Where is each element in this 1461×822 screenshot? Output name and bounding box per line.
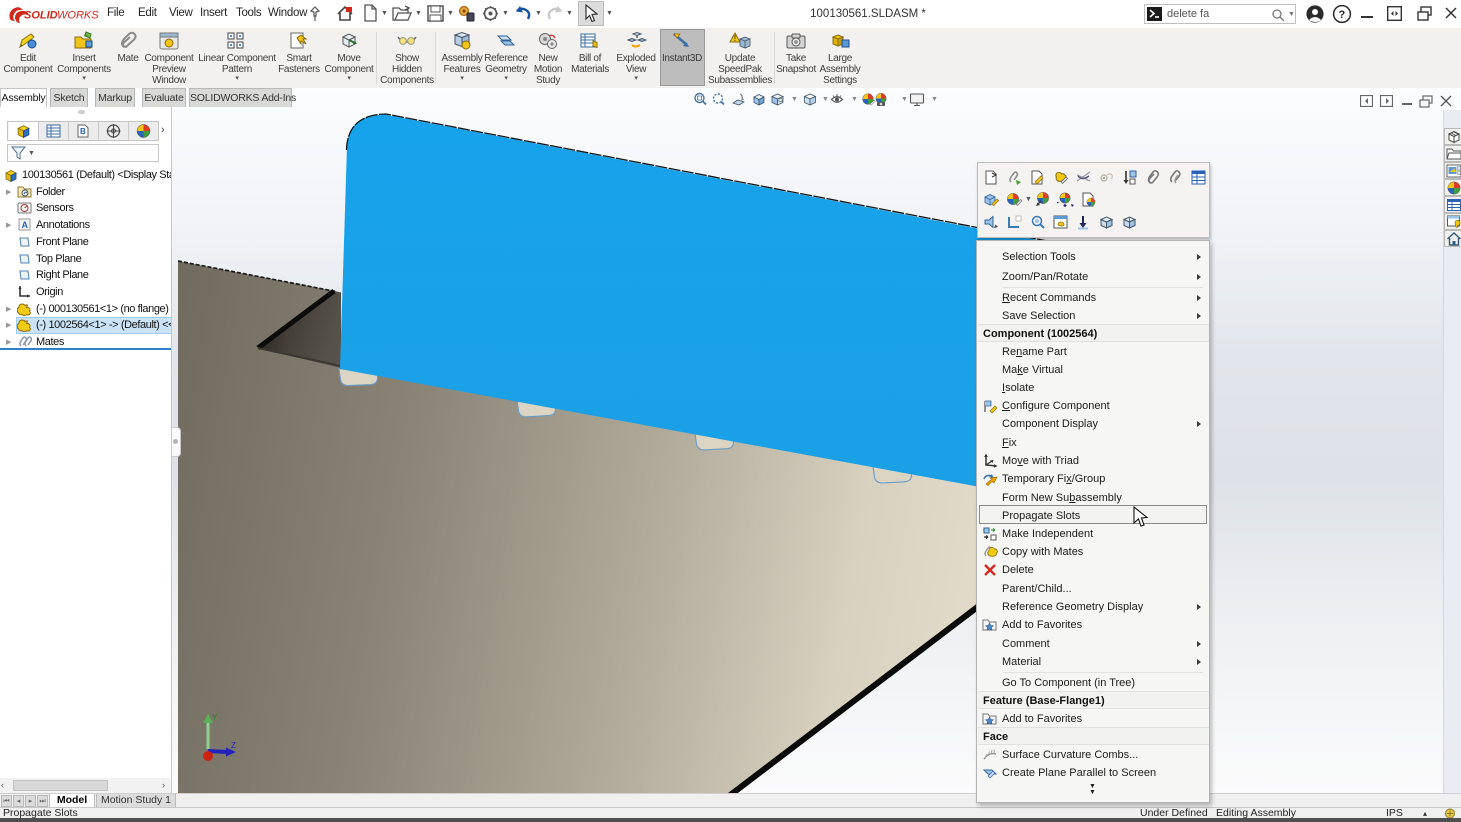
svg-text:A: A [22, 220, 29, 230]
svg-text:SOLID: SOLID [24, 10, 58, 22]
svg-text:Y: Y [212, 713, 218, 722]
svg-text:Z: Z [231, 741, 236, 750]
svg-text:B: B [80, 127, 86, 136]
svg-text:!: ! [734, 34, 736, 43]
svg-text:?: ? [1339, 9, 1346, 21]
svg-text:WORKS: WORKS [57, 10, 99, 22]
